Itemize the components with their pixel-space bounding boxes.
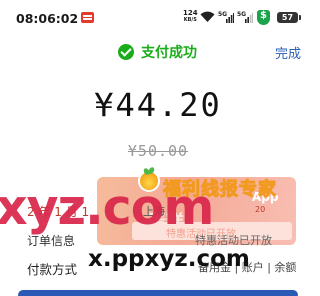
done-button[interactable]: 完成 bbox=[275, 43, 301, 62]
status-bar: 08:06:02 124 KB/S 5G 5G 57 bbox=[0, 0, 316, 36]
original-amount: ¥50.00 bbox=[127, 142, 189, 160]
signal-label-2: 5G bbox=[237, 11, 246, 18]
signal-icon-2: 5G bbox=[237, 11, 253, 23]
result-header: 支付成功 完成 bbox=[0, 38, 316, 68]
payment-method-label: 付款方式 bbox=[27, 262, 78, 277]
signal-icon: 5G bbox=[218, 11, 234, 23]
network-speed: 124 KB/S bbox=[183, 10, 198, 24]
paid-amount: ¥44.20 bbox=[94, 86, 222, 124]
watermark-small-text: x.ppxyz.com bbox=[88, 246, 250, 272]
promo-app-sub: 20 bbox=[255, 205, 266, 214]
network-speed-value: 124 bbox=[183, 9, 198, 17]
success-title: 支付成功 bbox=[141, 45, 197, 61]
notification-icon bbox=[81, 12, 94, 23]
success-indicator: 支付成功 bbox=[118, 42, 197, 62]
check-circle-icon bbox=[118, 44, 134, 60]
signal-label: 5G bbox=[218, 11, 227, 18]
battery-icon: 57 bbox=[277, 12, 301, 23]
watermark-large-text: xyz.com bbox=[0, 179, 214, 236]
network-speed-unit: KB/S bbox=[183, 17, 197, 23]
security-shield-icon bbox=[257, 10, 270, 25]
bottom-action-button[interactable] bbox=[18, 290, 298, 296]
wifi-icon bbox=[200, 11, 215, 22]
status-time: 08:06:02 bbox=[16, 11, 79, 26]
